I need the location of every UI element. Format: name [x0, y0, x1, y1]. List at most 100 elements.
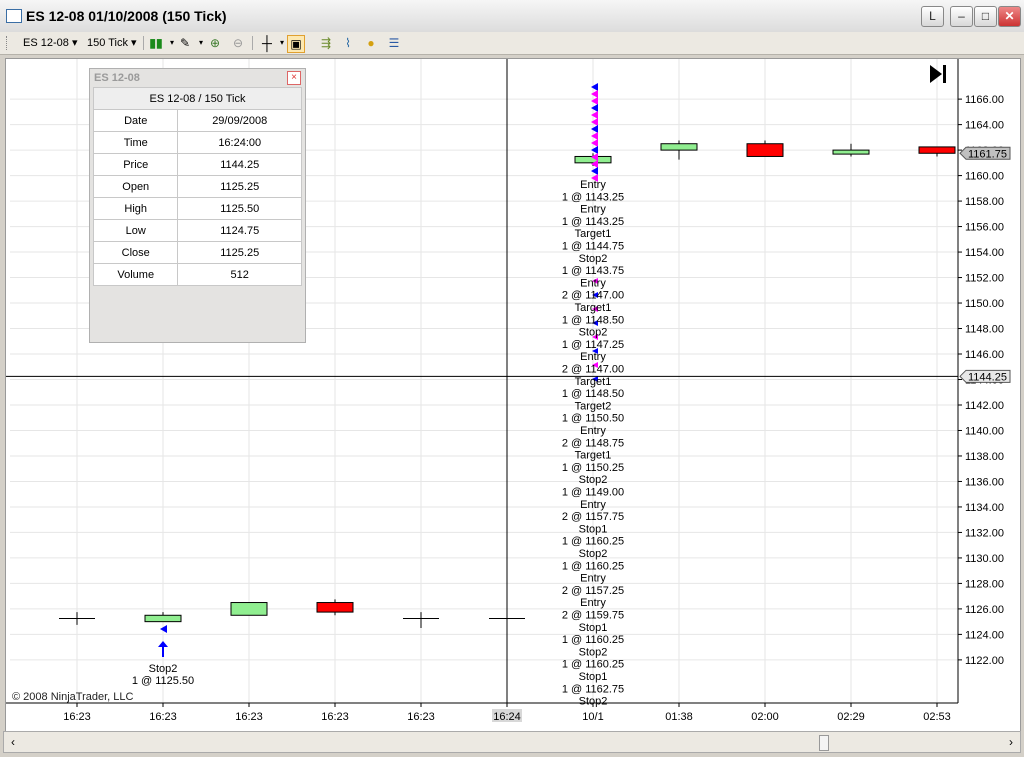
candle-body [316, 602, 354, 613]
execution-label: Target1 [575, 450, 612, 462]
zoom-in-icon[interactable]: ⊕ [207, 35, 223, 51]
x-tick-label: 02:29 [837, 711, 865, 723]
execution-label: 1 @ 1148.50 [562, 314, 624, 326]
execution-label: 1 @ 1160.25 [562, 659, 624, 671]
table-row: Volume 512 [92, 263, 302, 286]
link-l-button[interactable]: L [921, 6, 944, 27]
copyright-text: © 2008 NinjaTrader, LLC [12, 691, 134, 703]
toolbar-grip[interactable] [6, 36, 9, 50]
zoom-out-icon[interactable]: ⊖ [230, 35, 246, 51]
execution-label: 1 @ 1160.25 [562, 560, 624, 572]
interval-label: 150 Tick [87, 37, 128, 49]
y-tick-label: 1166.00 [965, 94, 1004, 106]
x-tick-label: 16:23 [407, 711, 435, 723]
candle-body [832, 149, 870, 155]
x-tick-label: 16:23 [63, 711, 91, 723]
x-tick-label: 16:23 [235, 711, 263, 723]
candle-body [144, 614, 182, 623]
interval-selector[interactable]: 150 Tick ▾ [87, 35, 137, 51]
data-box-window[interactable]: ES 12-08 × ES 12-08 / 150 Tick Date 29/09… [89, 68, 306, 343]
toolbar-separator [143, 36, 144, 50]
execution-label: 1 @ 1148.50 [562, 388, 624, 400]
execution-marker [591, 167, 598, 175]
instrument-label: ES 12-08 [23, 37, 69, 49]
execution-marker [591, 97, 598, 105]
instrument-selector[interactable]: ES 12-08 ▾ [23, 35, 77, 51]
scroll-thumb[interactable] [819, 735, 829, 751]
y-tick-label: 1130.00 [965, 553, 1004, 565]
execution-marker [591, 83, 598, 91]
execution-label: 1 @ 1160.25 [562, 634, 624, 646]
x-tick-label: 10/1 [582, 711, 603, 723]
candle-body [230, 602, 268, 616]
last-price-label: 1161.75 [968, 148, 1007, 160]
row-value: 16:24:00 [177, 131, 302, 154]
toolbar-separator [252, 36, 253, 50]
properties-icon[interactable]: ☰ [386, 35, 402, 51]
data-box-header: ES 12-08 / 150 Tick [93, 87, 302, 110]
row-value: 29/09/2008 [177, 109, 302, 132]
execution-label: 1 @ 1149.00 [562, 487, 624, 499]
candle-body [660, 143, 698, 151]
crosshair-price-label: 1144.25 [968, 371, 1007, 383]
x-tick-label: 16:24 [493, 711, 521, 723]
maximize-button[interactable]: □ [974, 6, 997, 27]
crosshair-icon[interactable]: ┼ [259, 35, 275, 51]
row-value: 1125.25 [177, 175, 302, 198]
go-to-end-icon [943, 65, 946, 83]
y-tick-label: 1156.00 [965, 222, 1004, 234]
execution-label: Entry [580, 597, 606, 609]
execution-label: 1 @ 1160.25 [562, 536, 624, 548]
y-tick-label: 1136.00 [965, 476, 1004, 488]
x-tick-label: 02:53 [923, 711, 951, 723]
x-tick-label: 01:38 [665, 711, 693, 723]
horizontal-scrollbar[interactable]: ‹ › [3, 731, 1021, 753]
execution-label: 1 @ 1143.75 [562, 265, 624, 277]
y-tick-label: 1160.00 [965, 171, 1004, 183]
indicators-icon[interactable]: ⌇ [340, 35, 356, 51]
close-icon[interactable]: × [287, 71, 301, 85]
x-tick-label: 02:00 [751, 711, 779, 723]
execution-label: 2 @ 1159.75 [562, 610, 624, 622]
execution-label: 2 @ 1157.25 [562, 585, 624, 597]
scroll-left-icon[interactable]: ‹ [4, 732, 22, 752]
execution-label: Target1 [575, 302, 612, 314]
execution-label: Entry [580, 277, 606, 289]
minimize-button[interactable]: – [950, 6, 973, 27]
order-entry-icon[interactable]: ● [363, 35, 379, 51]
y-tick-label: 1150.00 [965, 298, 1004, 310]
execution-marker [591, 111, 598, 119]
close-button[interactable]: ✕ [998, 6, 1021, 27]
y-tick-label: 1124.00 [965, 629, 1004, 641]
y-tick-label: 1122.00 [965, 655, 1004, 667]
execution-label: 1 @ 1150.50 [562, 413, 624, 425]
execution-label: 2 @ 1147.00 [562, 290, 624, 302]
data-box-table: ES 12-08 / 150 Tick Date 29/09/2008 Time 1… [92, 87, 302, 286]
execution-label: Stop1 [579, 622, 608, 634]
data-box-icon[interactable]: ▣ [287, 35, 305, 53]
chart-style-icon[interactable]: ▮▮ [148, 35, 164, 51]
scroll-right-icon[interactable]: › [1002, 732, 1020, 752]
execution-marker [591, 139, 598, 147]
row-label: Low [92, 219, 179, 242]
y-tick-label: 1148.00 [965, 324, 1004, 336]
execution-label: 1 @ 1143.25 [562, 191, 624, 203]
drawing-tool-icon[interactable]: ✎ [177, 35, 193, 51]
execution-label: 2 @ 1157.75 [562, 511, 624, 523]
y-tick-label: 1142.00 [965, 400, 1004, 412]
row-label: Date [92, 109, 179, 132]
execution-marker [591, 125, 598, 133]
data-box-title: ES 12-08 [94, 72, 140, 84]
execution-label: Stop2 [579, 646, 608, 658]
execution-label: 1 @ 1147.25 [562, 339, 624, 351]
execution-label: Stop2 [579, 253, 608, 265]
row-value: 1144.25 [177, 153, 302, 176]
strategy-icon[interactable]: ⇶ [318, 35, 334, 51]
execution-label: 1 @ 1144.75 [562, 241, 624, 253]
table-row: Low 1124.75 [92, 219, 302, 242]
candle-body [918, 146, 956, 154]
execution-label: Target1 [575, 376, 612, 388]
x-tick-label: 16:23 [321, 711, 349, 723]
execution-label: Target2 [575, 400, 612, 412]
y-tick-label: 1152.00 [965, 273, 1004, 285]
